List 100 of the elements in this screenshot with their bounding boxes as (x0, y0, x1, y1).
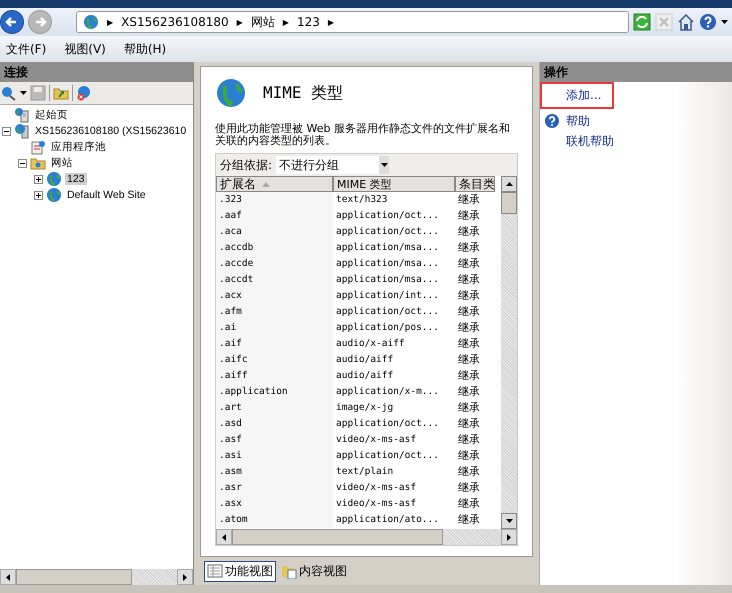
table-cell: .accdt (216, 272, 333, 288)
scroll-left-icon[interactable] (222, 534, 226, 540)
table-cell-text: text/plain (335, 465, 394, 479)
caret-icon[interactable] (20, 91, 27, 95)
table-cell: .323 (216, 192, 333, 208)
horizontal-scrollbar[interactable] (216, 529, 517, 545)
list-icon (207, 563, 223, 579)
table-cell-text: application/oct... (335, 449, 440, 463)
tree-item[interactable]: XS156236108180 (XS15623610 (33, 125, 188, 137)
table-cell-text: 继承 (457, 480, 481, 496)
table-cell-text: audio/aiff (335, 369, 394, 383)
horizontal-scrollbar[interactable] (0, 569, 193, 585)
group-by-dropdown[interactable]: 不进行分组 (276, 156, 390, 174)
menu-item[interactable]: 视图(V) (64, 40, 106, 58)
scroll-left-icon[interactable] (6, 574, 10, 580)
table-cell-text: application/msa... (335, 273, 440, 287)
scroll-thumb[interactable] (232, 529, 443, 545)
table-cell-text: 继承 (457, 400, 481, 416)
disconnect-icon[interactable] (76, 85, 92, 101)
tree-item[interactable]: 网站 (49, 156, 75, 170)
group-by-label: 分组依据: (220, 156, 272, 174)
table-cell-text: 继承 (457, 192, 481, 208)
address-bar[interactable]: ▶ XS156236108180 ▶ 网站 ▶ 123 ▶ (76, 11, 629, 33)
home-icon[interactable] (677, 13, 695, 31)
table-cell: .atom (216, 512, 333, 528)
table-cell: .ai (216, 320, 333, 336)
tree-item[interactable]: Default Web Site (65, 189, 148, 201)
action-link[interactable]: 添加... (566, 86, 602, 104)
start-page-icon (14, 107, 30, 123)
table-cell: .asd (216, 416, 333, 432)
view-tab[interactable]: 功能视图 (204, 560, 276, 582)
table-cell-text: image/x-jg (335, 401, 394, 415)
scroll-thumb[interactable] (16, 569, 132, 585)
column-header[interactable]: MIME 类型 (333, 176, 455, 192)
table-cell-text: 继承 (457, 304, 481, 320)
breadcrumb-separator: ▶ (236, 18, 243, 26)
scroll-down-icon[interactable] (506, 519, 512, 523)
table-cell-text: 继承 (457, 272, 481, 288)
table-cell-text: 继承 (457, 416, 481, 432)
table-cell-text: 继承 (457, 368, 481, 384)
table-cell: .asi (216, 448, 333, 464)
table-cell: .application (216, 384, 333, 400)
column-header[interactable]: 扩展名 (216, 176, 333, 192)
globe-icon (83, 14, 99, 30)
panel-header: 操作 (540, 62, 732, 82)
vertical-scrollbar[interactable] (501, 176, 517, 529)
table-cell-text: application/msa... (335, 257, 440, 271)
table-cell-text: 继承 (457, 496, 481, 512)
breadcrumb[interactable]: 123 (296, 15, 320, 29)
table-cell: .asf (216, 432, 333, 448)
breadcrumb[interactable]: XS156236108180 (121, 15, 229, 29)
app-pool-icon (30, 139, 46, 155)
table-cell-text: 继承 (457, 288, 481, 304)
breadcrumb[interactable]: 网站 (250, 14, 275, 30)
refresh-icon[interactable] (633, 13, 651, 31)
table-cell-text: 继承 (457, 256, 481, 272)
table-cell-text: 继承 (457, 224, 481, 240)
folder-document-icon (281, 563, 297, 579)
tree-item[interactable]: 应用程序池 (49, 140, 108, 154)
table-cell-text: text/h323 (335, 193, 388, 207)
action-link[interactable]: 联机帮助 (566, 132, 614, 150)
table-cell: .accde (216, 256, 333, 272)
table-cell: .acx (216, 288, 333, 304)
table-cell-text: application/msa... (335, 241, 440, 255)
expand-toggle[interactable] (34, 174, 43, 184)
help-icon[interactable] (699, 13, 717, 31)
table-cell-text: audio/x-aiff (335, 337, 406, 351)
help-icon (544, 113, 560, 129)
table-cell-text: video/x-ms-asf (335, 481, 418, 495)
caret-icon (380, 163, 388, 167)
feature-title: MIME 类型 (263, 82, 344, 104)
tree-item[interactable]: 起始页 (33, 108, 70, 122)
globe-icon (46, 187, 62, 203)
collapse-toggle[interactable] (2, 126, 11, 136)
table-cell-text: 继承 (457, 464, 481, 480)
scroll-right-icon[interactable] (183, 574, 187, 580)
sort-icon (262, 182, 270, 186)
globe-icon (215, 77, 247, 109)
connect-icon[interactable] (1, 85, 17, 101)
globe-icon (46, 171, 62, 187)
feature-description: 使用此功能管理被 Web 服务器用作静态文件的文件扩展名和关联的内容类型的列表。 (215, 123, 511, 147)
scroll-thumb[interactable] (501, 192, 517, 214)
scroll-right-icon[interactable] (507, 534, 511, 540)
table-cell: .asr (216, 480, 333, 496)
server-icon (14, 123, 30, 139)
table-cell-text: 继承 (457, 208, 481, 224)
collapse-toggle[interactable] (18, 158, 27, 168)
tree-item[interactable]: 123 (65, 173, 87, 185)
scroll-up-icon[interactable] (506, 182, 512, 186)
menu-item[interactable]: 帮助(H) (124, 40, 166, 58)
table-cell-text: application/oct... (335, 209, 440, 223)
expand-toggle[interactable] (34, 190, 43, 200)
table-cell-text: video/x-ms-asf (335, 497, 418, 511)
panel-header: 连接 (0, 62, 193, 82)
back-button[interactable] (0, 10, 24, 34)
caret-icon[interactable] (721, 20, 728, 24)
action-link[interactable]: 帮助 (566, 112, 590, 130)
table-cell-text: application/int... (335, 289, 440, 303)
view-tab[interactable]: 内容视图 (278, 560, 350, 582)
menu-item[interactable]: 文件(F) (6, 40, 46, 58)
